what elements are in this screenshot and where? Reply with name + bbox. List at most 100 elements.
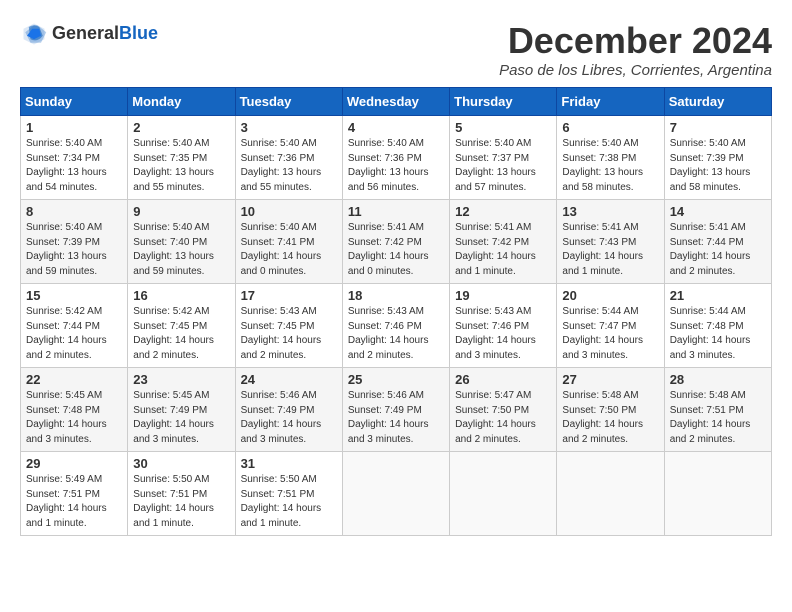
day-number: 28 xyxy=(670,372,766,387)
day-number: 30 xyxy=(133,456,229,471)
day-number: 20 xyxy=(562,288,658,303)
day-info: Sunrise: 5:40 AMSunset: 7:34 PMDaylight:… xyxy=(26,137,122,195)
day-info: Sunrise: 5:46 AMSunset: 7:49 PMDaylight:… xyxy=(348,389,444,447)
day-info: Sunrise: 5:49 AMSunset: 7:51 PMDaylight:… xyxy=(26,473,122,531)
day-number: 8 xyxy=(26,204,122,219)
logo-text: GeneralBlue xyxy=(52,24,158,44)
month-year-title: December 2024 xyxy=(499,20,772,62)
day-info: Sunrise: 5:44 AMSunset: 7:48 PMDaylight:… xyxy=(670,305,766,363)
calendar-day-cell: 8 Sunrise: 5:40 AMSunset: 7:39 PMDaylight… xyxy=(21,200,128,284)
day-number: 24 xyxy=(241,372,337,387)
day-info: Sunrise: 5:43 AMSunset: 7:46 PMDaylight:… xyxy=(348,305,444,363)
calendar-day-cell: 18 Sunrise: 5:43 AMSunset: 7:46 PMDayligh… xyxy=(342,284,449,368)
calendar-day-cell: 10Sunrise: 5:40 AMSunset: 7:41 PMDayligh… xyxy=(235,200,342,284)
day-info: Sunrise: 5:43 AMSunset: 7:46 PMDaylight:… xyxy=(455,305,551,363)
day-info: Sunrise: 5:42 AMSunset: 7:45 PMDaylight:… xyxy=(133,305,229,363)
title-area: December 2024 Paso de los Libres, Corrie… xyxy=(499,20,772,79)
day-info: Sunrise: 5:45 AMSunset: 7:48 PMDaylight:… xyxy=(26,389,122,447)
day-info: Sunrise: 5:41 AMSunset: 7:44 PMDaylight:… xyxy=(670,221,766,279)
calendar-day-cell: 28 Sunrise: 5:48 AMSunset: 7:51 PMDayligh… xyxy=(664,368,771,452)
calendar-day-cell: 23 Sunrise: 5:45 AMSunset: 7:49 PMDayligh… xyxy=(128,368,235,452)
day-info: Sunrise: 5:50 AMSunset: 7:51 PMDaylight:… xyxy=(133,473,229,531)
day-number: 12 xyxy=(455,204,551,219)
calendar-table: SundayMondayTuesdayWednesdayThursdayFrid… xyxy=(20,87,772,536)
weekday-header-row: SundayMondayTuesdayWednesdayThursdayFrid… xyxy=(21,88,772,116)
calendar-day-cell: 29 Sunrise: 5:49 AMSunset: 7:51 PMDayligh… xyxy=(21,452,128,536)
calendar-day-cell: 27Sunrise: 5:48 AMSunset: 7:50 PMDayligh… xyxy=(557,368,664,452)
day-number: 18 xyxy=(348,288,444,303)
calendar-week-row: 29 Sunrise: 5:49 AMSunset: 7:51 PMDayligh… xyxy=(21,452,772,536)
day-info: Sunrise: 5:40 AMSunset: 7:39 PMDaylight:… xyxy=(26,221,122,279)
calendar-week-row: 8 Sunrise: 5:40 AMSunset: 7:39 PMDaylight… xyxy=(21,200,772,284)
calendar-day-cell: 19Sunrise: 5:43 AMSunset: 7:46 PMDayligh… xyxy=(450,284,557,368)
day-number: 5 xyxy=(455,120,551,135)
calendar-day-cell: 6Sunrise: 5:40 AMSunset: 7:38 PMDaylight… xyxy=(557,116,664,200)
calendar-day-cell: 15Sunrise: 5:42 AMSunset: 7:44 PMDayligh… xyxy=(21,284,128,368)
calendar-day-cell: 9 Sunrise: 5:40 AMSunset: 7:40 PMDaylight… xyxy=(128,200,235,284)
weekday-header-thursday: Thursday xyxy=(450,88,557,116)
weekday-header-friday: Friday xyxy=(557,88,664,116)
location-subtitle: Paso de los Libres, Corrientes, Argentin… xyxy=(499,62,772,79)
day-number: 14 xyxy=(670,204,766,219)
weekday-header-wednesday: Wednesday xyxy=(342,88,449,116)
page-header: GeneralBlue December 2024 Paso de los Li… xyxy=(20,20,772,79)
day-info: Sunrise: 5:40 AMSunset: 7:35 PMDaylight:… xyxy=(133,137,229,195)
calendar-day-cell: 31 Sunrise: 5:50 AMSunset: 7:51 PMDayligh… xyxy=(235,452,342,536)
day-number: 21 xyxy=(670,288,766,303)
calendar-day-cell: 2 Sunrise: 5:40 AMSunset: 7:35 PMDaylight… xyxy=(128,116,235,200)
calendar-day-cell xyxy=(342,452,449,536)
day-number: 9 xyxy=(133,204,229,219)
calendar-day-cell: 13Sunrise: 5:41 AMSunset: 7:43 PMDayligh… xyxy=(557,200,664,284)
day-number: 17 xyxy=(241,288,337,303)
day-number: 23 xyxy=(133,372,229,387)
calendar-day-cell: 24 Sunrise: 5:46 AMSunset: 7:49 PMDayligh… xyxy=(235,368,342,452)
day-number: 3 xyxy=(241,120,337,135)
day-number: 25 xyxy=(348,372,444,387)
day-info: Sunrise: 5:48 AMSunset: 7:51 PMDaylight:… xyxy=(670,389,766,447)
weekday-header-monday: Monday xyxy=(128,88,235,116)
logo: GeneralBlue xyxy=(20,20,158,48)
day-info: Sunrise: 5:48 AMSunset: 7:50 PMDaylight:… xyxy=(562,389,658,447)
day-info: Sunrise: 5:40 AMSunset: 7:39 PMDaylight:… xyxy=(670,137,766,195)
weekday-header-saturday: Saturday xyxy=(664,88,771,116)
calendar-day-cell: 1 Sunrise: 5:40 AMSunset: 7:34 PMDaylight… xyxy=(21,116,128,200)
day-info: Sunrise: 5:44 AMSunset: 7:47 PMDaylight:… xyxy=(562,305,658,363)
day-number: 4 xyxy=(348,120,444,135)
calendar-day-cell: 22 Sunrise: 5:45 AMSunset: 7:48 PMDayligh… xyxy=(21,368,128,452)
day-info: Sunrise: 5:40 AMSunset: 7:37 PMDaylight:… xyxy=(455,137,551,195)
calendar-day-cell: 26Sunrise: 5:47 AMSunset: 7:50 PMDayligh… xyxy=(450,368,557,452)
day-number: 1 xyxy=(26,120,122,135)
day-info: Sunrise: 5:46 AMSunset: 7:49 PMDaylight:… xyxy=(241,389,337,447)
day-info: Sunrise: 5:40 AMSunset: 7:38 PMDaylight:… xyxy=(562,137,658,195)
calendar-day-cell: 3Sunrise: 5:40 AMSunset: 7:36 PMDaylight… xyxy=(235,116,342,200)
calendar-week-row: 22 Sunrise: 5:45 AMSunset: 7:48 PMDayligh… xyxy=(21,368,772,452)
day-number: 10 xyxy=(241,204,337,219)
calendar-day-cell: 7 Sunrise: 5:40 AMSunset: 7:39 PMDaylight… xyxy=(664,116,771,200)
day-number: 11 xyxy=(348,204,444,219)
day-info: Sunrise: 5:41 AMSunset: 7:42 PMDaylight:… xyxy=(348,221,444,279)
day-info: Sunrise: 5:40 AMSunset: 7:40 PMDaylight:… xyxy=(133,221,229,279)
day-number: 29 xyxy=(26,456,122,471)
calendar-week-row: 1 Sunrise: 5:40 AMSunset: 7:34 PMDaylight… xyxy=(21,116,772,200)
day-number: 2 xyxy=(133,120,229,135)
calendar-day-cell xyxy=(557,452,664,536)
day-number: 22 xyxy=(26,372,122,387)
day-info: Sunrise: 5:40 AMSunset: 7:36 PMDaylight:… xyxy=(348,137,444,195)
day-number: 7 xyxy=(670,120,766,135)
calendar-day-cell: 5 Sunrise: 5:40 AMSunset: 7:37 PMDaylight… xyxy=(450,116,557,200)
calendar-day-cell: 25 Sunrise: 5:46 AMSunset: 7:49 PMDayligh… xyxy=(342,368,449,452)
day-number: 13 xyxy=(562,204,658,219)
day-number: 31 xyxy=(241,456,337,471)
day-info: Sunrise: 5:45 AMSunset: 7:49 PMDaylight:… xyxy=(133,389,229,447)
day-info: Sunrise: 5:41 AMSunset: 7:42 PMDaylight:… xyxy=(455,221,551,279)
calendar-day-cell xyxy=(664,452,771,536)
calendar-day-cell: 4 Sunrise: 5:40 AMSunset: 7:36 PMDaylight… xyxy=(342,116,449,200)
calendar-day-cell xyxy=(450,452,557,536)
calendar-day-cell: 11 Sunrise: 5:41 AMSunset: 7:42 PMDayligh… xyxy=(342,200,449,284)
logo-icon xyxy=(20,20,48,48)
weekday-header-tuesday: Tuesday xyxy=(235,88,342,116)
day-info: Sunrise: 5:50 AMSunset: 7:51 PMDaylight:… xyxy=(241,473,337,531)
calendar-day-cell: 14 Sunrise: 5:41 AMSunset: 7:44 PMDayligh… xyxy=(664,200,771,284)
calendar-day-cell: 16Sunrise: 5:42 AMSunset: 7:45 PMDayligh… xyxy=(128,284,235,368)
calendar-day-cell: 30 Sunrise: 5:50 AMSunset: 7:51 PMDayligh… xyxy=(128,452,235,536)
